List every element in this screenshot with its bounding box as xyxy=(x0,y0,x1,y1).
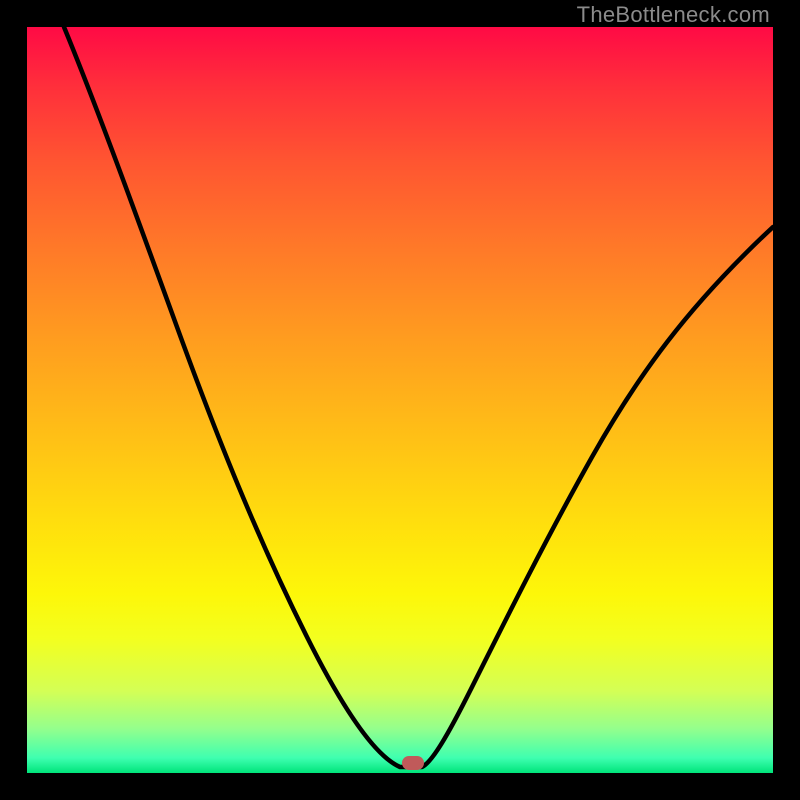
curve-path xyxy=(64,27,773,767)
optimal-point-marker xyxy=(402,756,424,770)
bottleneck-curve xyxy=(27,27,773,773)
chart-frame: TheBottleneck.com xyxy=(0,0,800,800)
watermark-text: TheBottleneck.com xyxy=(577,2,770,28)
chart-plot-area xyxy=(27,27,773,773)
